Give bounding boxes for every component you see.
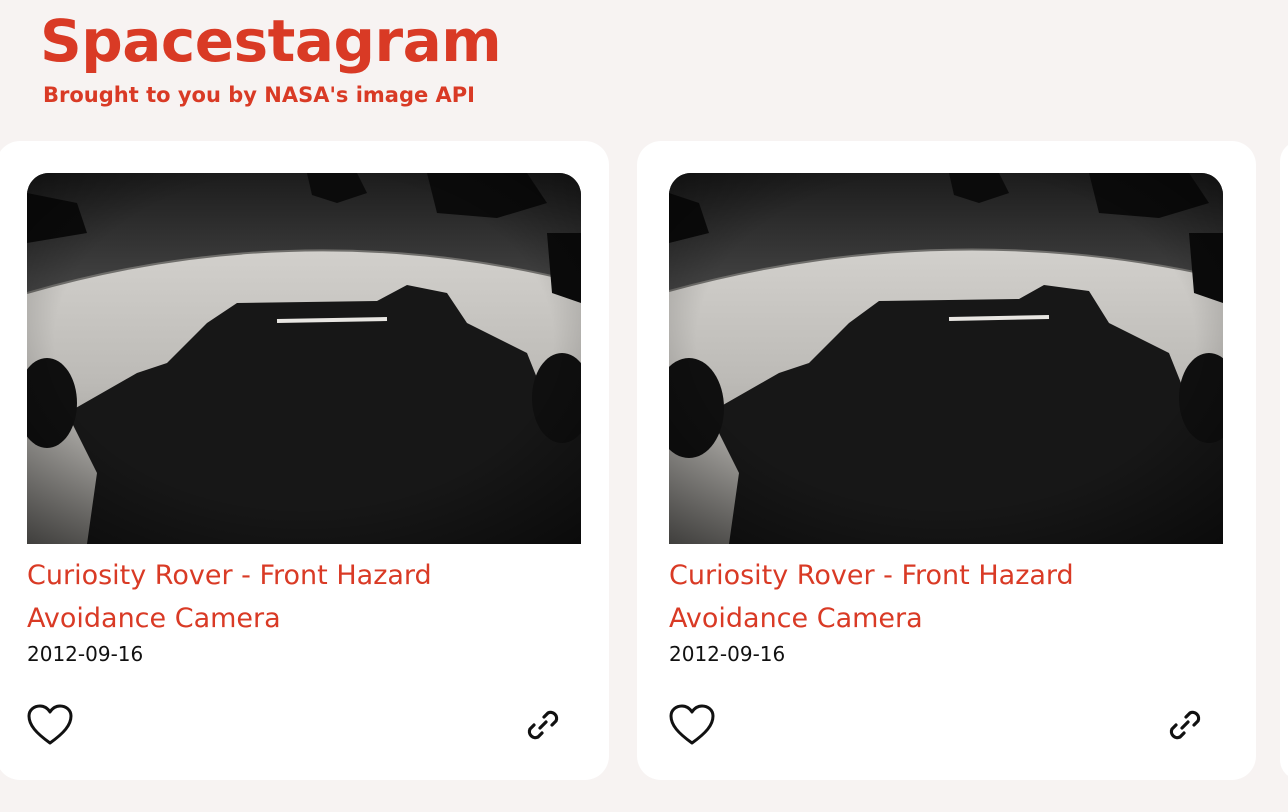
page-header: Spacestagram Brought to you by NASA's im… — [40, 6, 502, 108]
like-button[interactable] — [26, 703, 74, 747]
card-date: 2012-09-16 — [27, 642, 144, 666]
image-card: Curiosity Rover - Front Hazard Avoidance… — [637, 141, 1256, 780]
heart-outline-icon — [669, 704, 715, 745]
rover-photo-image — [669, 173, 1223, 544]
image-card-partial — [1280, 141, 1288, 780]
rover-photo-image — [27, 173, 581, 544]
link-icon — [527, 710, 559, 740]
link-icon — [1169, 710, 1201, 740]
card-title: Curiosity Rover - Front Hazard Avoidance… — [669, 560, 1074, 634]
card-title: Curiosity Rover - Front Hazard Avoidance… — [27, 560, 432, 634]
rover-photo[interactable] — [27, 173, 581, 544]
heart-outline-icon — [27, 704, 73, 745]
like-button[interactable] — [668, 703, 716, 747]
card-date: 2012-09-16 — [669, 642, 786, 666]
app-title: Spacestagram — [40, 7, 502, 75]
copy-link-button[interactable] — [1165, 705, 1205, 745]
rover-photo[interactable] — [669, 173, 1223, 544]
image-card: Curiosity Rover - Front Hazard Avoidance… — [0, 141, 609, 780]
copy-link-button[interactable] — [523, 705, 563, 745]
app-subtitle: Brought to you by NASA's image API — [43, 83, 475, 107]
